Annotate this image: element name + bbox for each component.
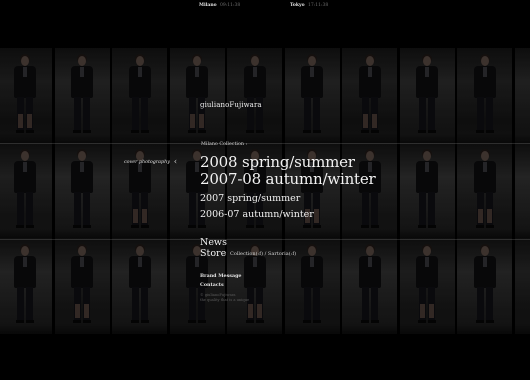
season-link-2006-07-aw[interactable]: 2006-07 autumn/winter (200, 209, 314, 220)
row-divider (0, 143, 530, 144)
contacts-link[interactable]: Contacts (200, 282, 224, 288)
row-divider (0, 239, 530, 240)
season-link-2007-ss[interactable]: 2007 spring/summer (200, 193, 300, 204)
chevron-left-icon: ‹ (173, 157, 178, 166)
brand-message-link[interactable]: Brand Message (200, 273, 241, 279)
brand-logo[interactable]: giulianoFujiwara (200, 101, 262, 109)
collection-label: Milano Collection : (201, 142, 248, 147)
clock-city: Milano (199, 3, 217, 8)
clock-city: Tokyo (290, 3, 305, 8)
season-link-2008-ss[interactable]: 2008 spring/summer (200, 153, 355, 171)
season-link-2007-08-aw[interactable]: 2007-08 autumn/winter (200, 170, 376, 188)
clock-time: 17:11:38 (308, 3, 329, 8)
nav-store-link[interactable]: Store (200, 248, 226, 259)
cover-photography-label: cover photography (124, 160, 170, 165)
nav-news-link[interactable]: News (200, 237, 227, 248)
grid-overlay (0, 48, 530, 334)
store-sub-links[interactable]: Collection(:f) / Sartoria(:f) (230, 251, 296, 257)
milano-clock: Milano 09:11:38 (199, 3, 240, 8)
cover-photography-link[interactable]: cover photography ‹ (124, 156, 178, 166)
clock-time: 09:11:38 (220, 3, 241, 8)
top-bar: Milano 09:11:38 Tokyo 17:11:38 (0, 0, 530, 12)
tokyo-clock: Tokyo 17:11:38 (290, 3, 328, 8)
copyright-text: © giulianoFujiwara the quality that is a… (200, 293, 250, 302)
